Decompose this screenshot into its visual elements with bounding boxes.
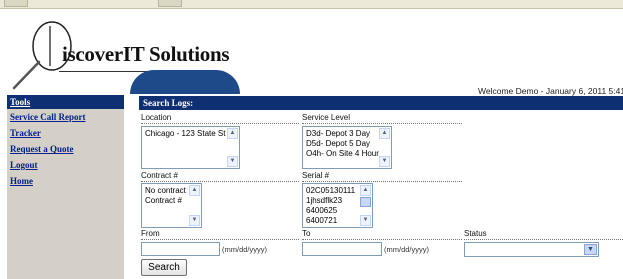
logo-text: iscoverIT Solutions — [62, 42, 230, 66]
sidebar-item-service-call-report[interactable]: Service Call Report — [7, 109, 124, 125]
contract-label: Contract # — [141, 171, 178, 180]
sidebar-item-tracker[interactable]: Tracker — [7, 125, 124, 141]
status-label: Status — [464, 229, 487, 238]
scroll-up-icon[interactable]: ▲ — [379, 128, 390, 139]
divider — [302, 239, 462, 240]
sidebar-item-tools[interactable]: Tools — [7, 95, 124, 109]
scroll-up-icon[interactable]: ▲ — [189, 185, 200, 196]
status-select[interactable]: ▼ — [464, 242, 599, 257]
location-listbox[interactable]: Chicago - 123 State St ▲ ▼ — [141, 126, 240, 169]
serial-label: Serial # — [302, 171, 330, 180]
to-label: To — [302, 229, 311, 238]
scroll-up-icon[interactable]: ▲ — [227, 128, 238, 139]
scroll-up-icon[interactable]: ▲ — [360, 185, 371, 196]
location-scrollbar[interactable]: ▲ ▼ — [227, 128, 238, 167]
service-level-label: Service Level — [302, 113, 351, 122]
divider — [141, 181, 299, 182]
browser-tab[interactable] — [158, 0, 182, 7]
chevron-down-icon[interactable]: ▼ — [584, 244, 597, 255]
location-label: Location — [141, 113, 172, 122]
service-level-option[interactable]: D3d- Depot 3 Day — [306, 129, 388, 139]
from-date-hint: (mm/dd/yyyy) — [222, 245, 267, 254]
contract-scrollbar[interactable]: ▲ ▼ — [189, 185, 200, 226]
scroll-down-icon[interactable]: ▼ — [360, 215, 371, 226]
welcome-message: Welcome Demo - January 6, 2011 5:41 pm — [478, 86, 623, 96]
service-level-option[interactable]: O4h- On Site 4 Hour — [306, 149, 388, 159]
sidebar-item-home[interactable]: Home — [7, 173, 124, 189]
location-option[interactable]: Chicago - 123 State St — [145, 129, 236, 139]
service-level-scrollbar[interactable]: ▲ ▼ — [379, 128, 390, 167]
divider — [141, 123, 299, 124]
service-level-option[interactable]: D5d- Depot 5 Day — [306, 139, 388, 149]
search-button[interactable]: Search — [141, 259, 187, 276]
sidebar-item-request-a-quote[interactable]: Request a Quote — [7, 141, 124, 157]
scroll-down-icon[interactable]: ▼ — [379, 156, 390, 167]
divider — [302, 123, 462, 124]
browser-tab-strip — [0, 0, 623, 9]
to-date-hint: (mm/dd/yyyy) — [384, 245, 429, 254]
from-label: From — [141, 229, 160, 238]
search-logs-header: Search Logs: — [139, 96, 623, 110]
scroll-down-icon[interactable]: ▼ — [189, 215, 200, 226]
to-date-input[interactable] — [302, 242, 382, 256]
browser-tab[interactable] — [4, 0, 28, 7]
scroll-down-icon[interactable]: ▼ — [227, 156, 238, 167]
serial-listbox[interactable]: 02C05130111 1jhsdflk23 6400625 6400721 ▲… — [302, 183, 373, 228]
service-level-listbox[interactable]: D3d- Depot 3 Day D5d- Depot 5 Day O4h- O… — [302, 126, 392, 169]
divider — [302, 181, 462, 182]
sidebar-item-logout[interactable]: Logout — [7, 157, 124, 173]
contract-listbox[interactable]: No contract Contract # ▲ ▼ — [141, 183, 202, 228]
from-date-input[interactable] — [141, 242, 220, 256]
divider — [464, 239, 623, 240]
scroll-thumb[interactable] — [360, 197, 371, 207]
banner-graphic — [130, 70, 240, 94]
divider — [141, 239, 299, 240]
sidebar-nav: Tools Service Call Report Tracker Reques… — [7, 95, 124, 279]
serial-scrollbar[interactable]: ▲ ▼ — [360, 185, 371, 226]
